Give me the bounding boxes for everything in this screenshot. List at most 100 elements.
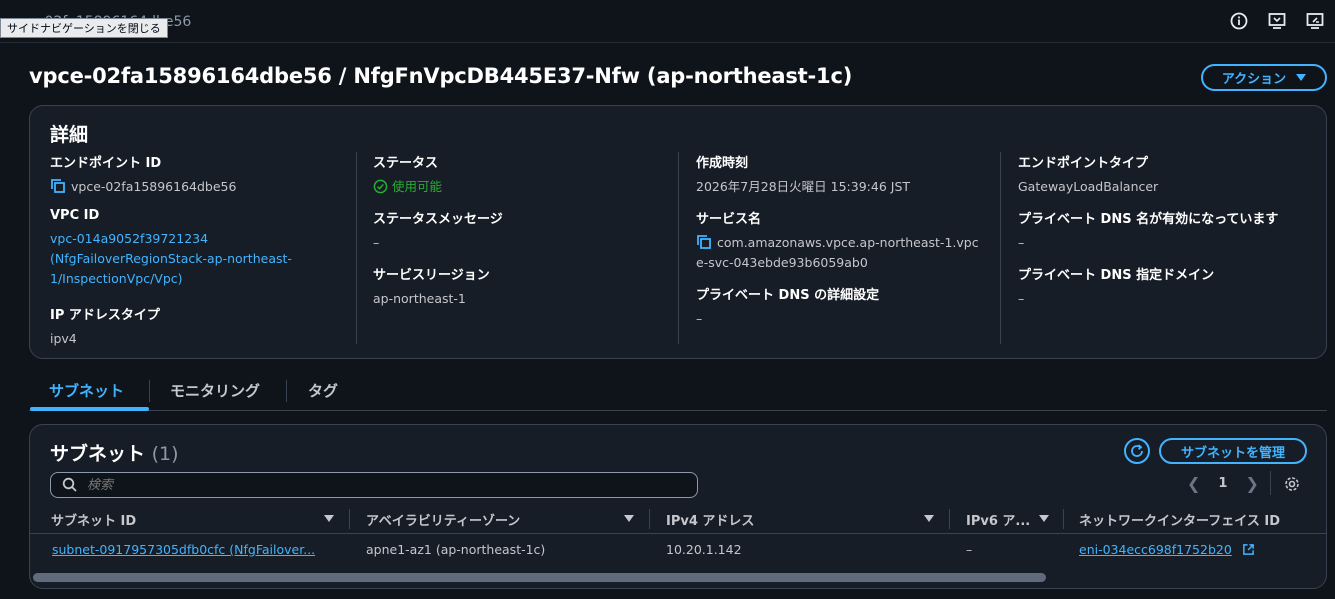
close-side-nav-tooltip: サイドナビゲーションを閉じる [0,18,168,38]
column-divider[interactable] [649,509,650,529]
ipv4-cell: 10.20.1.142 [666,542,742,557]
sort-caret-icon[interactable] [1039,515,1049,522]
column-header-ipv6[interactable]: IPv6 ア... [966,510,1030,529]
table-header-rule [30,533,1326,534]
top-bar: vpce-02fa15896164dbe56 サイドナビゲーションを閉じる [0,0,1335,43]
column-header-eni[interactable]: ネットワークインターフェイス ID [1079,510,1280,529]
pager-divider [1270,471,1271,495]
sort-caret-icon[interactable] [624,515,634,522]
ipv6-cell: – [966,542,973,557]
private-dns-domain-field: プライベート DNS 指定ドメイン – [1018,264,1318,309]
copy-icon[interactable] [696,234,712,250]
page-number[interactable]: 1 [1218,476,1227,491]
private-dns-detail-label: プライベート DNS の詳細設定 [696,288,880,303]
tab-subnets[interactable]: サブネット [49,380,124,401]
service-region-value: ap-northeast-1 [373,291,466,306]
service-name-value-line1: com.amazonaws.vpce.ap-northeast-1.vpc [717,235,979,250]
status-field: ステータス 使用可能 [373,152,673,197]
external-link-icon[interactable] [1242,543,1255,556]
ip-type-field: IP アドレスタイプ ipv4 [50,304,350,349]
eni-link[interactable]: eni-034ecc698f1752b20 [1079,542,1232,557]
details-column-2: ステータス 使用可能 ステータスメッセージ – サービスリージョン ap-nor… [356,152,678,344]
private-dns-domain-value: – [1018,291,1025,306]
top-icons [1229,11,1325,31]
vpc-id-link-line2[interactable]: (NfgFailoverRegionStack-ap-northeast- [50,251,292,266]
vpc-id-link-line3[interactable]: 1/InspectionVpc/Vpc) [50,271,183,286]
created-value: 2026年7月28日火曜日 15:39:46 JST [696,179,911,194]
column-divider[interactable] [949,509,950,529]
pagination: ❮ 1 ❯ [1187,474,1259,493]
az-cell: apne1-az1 (ap-northeast-1c) [366,542,546,557]
actions-label: アクション [1221,72,1287,87]
search-input[interactable] [50,472,698,498]
service-region-field: サービスリージョン ap-northeast-1 [373,264,673,309]
subnets-heading: サブネット (1) [50,439,179,466]
details-column-4: エンドポイントタイプ GatewayLoadBalancer プライベート DN… [1000,152,1310,344]
endpoint-type-field: エンドポイントタイプ GatewayLoadBalancer [1018,152,1318,197]
caret-down-icon [1296,74,1307,81]
ip-type-label: IP アドレスタイプ [50,308,160,323]
page-title: vpce-02fa15896164dbe56 / NfgFnVpcDB445E3… [29,64,853,88]
vpc-id-label: VPC ID [50,208,100,223]
tab-divider [286,380,287,402]
column-header-ipv4[interactable]: IPv4 アドレス [666,510,754,529]
column-header-az[interactable]: アベイラビリティーゾーン [366,510,520,529]
subnet-id-link[interactable]: subnet-0917957305dfb0cfc (NfgFailover... [52,542,315,557]
refresh-icon [1131,444,1143,457]
private-dns-enabled-label: プライベート DNS 名が有効になっています [1018,212,1279,227]
search-icon [62,477,77,492]
endpoint-id-label: エンドポイント ID [50,156,162,171]
service-name-value-line2: e-svc-043ebde93b6059ab0 [696,255,868,270]
column-divider[interactable] [349,509,350,529]
vpc-id-field: VPC ID vpc-014a9052f39721234 (NfgFailove… [50,208,350,289]
actions-dropdown-button[interactable]: アクション [1201,64,1327,91]
tab-tags[interactable]: タグ [308,380,338,401]
status-message-label: ステータスメッセージ [373,212,503,227]
private-dns-detail-field: プライベート DNS の詳細設定 – [696,284,996,329]
copy-icon[interactable] [50,178,66,194]
subnets-heading-text: サブネット [50,443,146,465]
next-page-icon[interactable]: ❯ [1245,474,1258,493]
column-divider[interactable] [1063,509,1064,529]
endpoint-id-field: エンドポイント ID vpce-02fa15896164dbe56 [50,152,350,197]
tab-divider [149,380,150,402]
created-field: 作成時刻 2026年7月28日火曜日 15:39:46 JST [696,152,996,197]
status-label: ステータス [373,156,439,171]
manage-subnets-button[interactable]: サブネットを管理 [1159,438,1307,464]
details-column-1: エンドポイント ID vpce-02fa15896164dbe56 VPC ID… [50,152,356,346]
endpoint-type-value: GatewayLoadBalancer [1018,179,1159,194]
prev-page-icon[interactable]: ❮ [1187,474,1200,493]
refresh-button[interactable] [1124,438,1150,464]
status-message-field: ステータスメッセージ – [373,208,673,253]
feedback-icon[interactable] [1267,11,1287,31]
horizontal-scrollbar[interactable] [33,573,1046,582]
service-region-label: サービスリージョン [373,268,490,283]
status-value: 使用可能 [392,179,443,194]
sort-caret-icon[interactable] [324,515,334,522]
created-label: 作成時刻 [696,156,749,171]
private-dns-enabled-value: – [1018,235,1025,250]
subnets-count: (1) [151,443,179,465]
endpoint-type-label: エンドポイントタイプ [1018,156,1149,171]
tab-monitoring[interactable]: モニタリング [170,380,260,401]
vpc-id-link-line1[interactable]: vpc-014a9052f39721234 [50,231,208,246]
tab-list: サブネット モニタリング タグ [29,372,1327,411]
column-header-subnet-id[interactable]: サブネット ID [51,510,136,529]
active-tab-indicator [30,407,149,411]
display-settings-icon[interactable] [1305,11,1325,31]
private-dns-enabled-field: プライベート DNS 名が有効になっています – [1018,208,1318,253]
private-dns-detail-value: – [696,311,703,326]
success-check-icon [373,179,388,194]
details-column-3: 作成時刻 2026年7月28日火曜日 15:39:46 JST サービス名 co… [678,152,1000,344]
details-heading: 詳細 [50,124,89,146]
gear-icon[interactable] [1283,475,1301,493]
info-icon[interactable] [1229,11,1249,31]
details-panel: 詳細 エンドポイント ID vpce-02fa15896164dbe56 VPC… [29,105,1327,359]
sort-caret-icon[interactable] [924,515,934,522]
ip-type-value: ipv4 [50,331,77,346]
status-message-value: – [373,235,380,250]
service-name-label: サービス名 [696,212,762,227]
endpoint-id-value: vpce-02fa15896164dbe56 [71,179,237,194]
private-dns-domain-label: プライベート DNS 指定ドメイン [1018,268,1215,283]
service-name-field: サービス名 com.amazonaws.vpce.ap-northeast-1.… [696,208,996,273]
